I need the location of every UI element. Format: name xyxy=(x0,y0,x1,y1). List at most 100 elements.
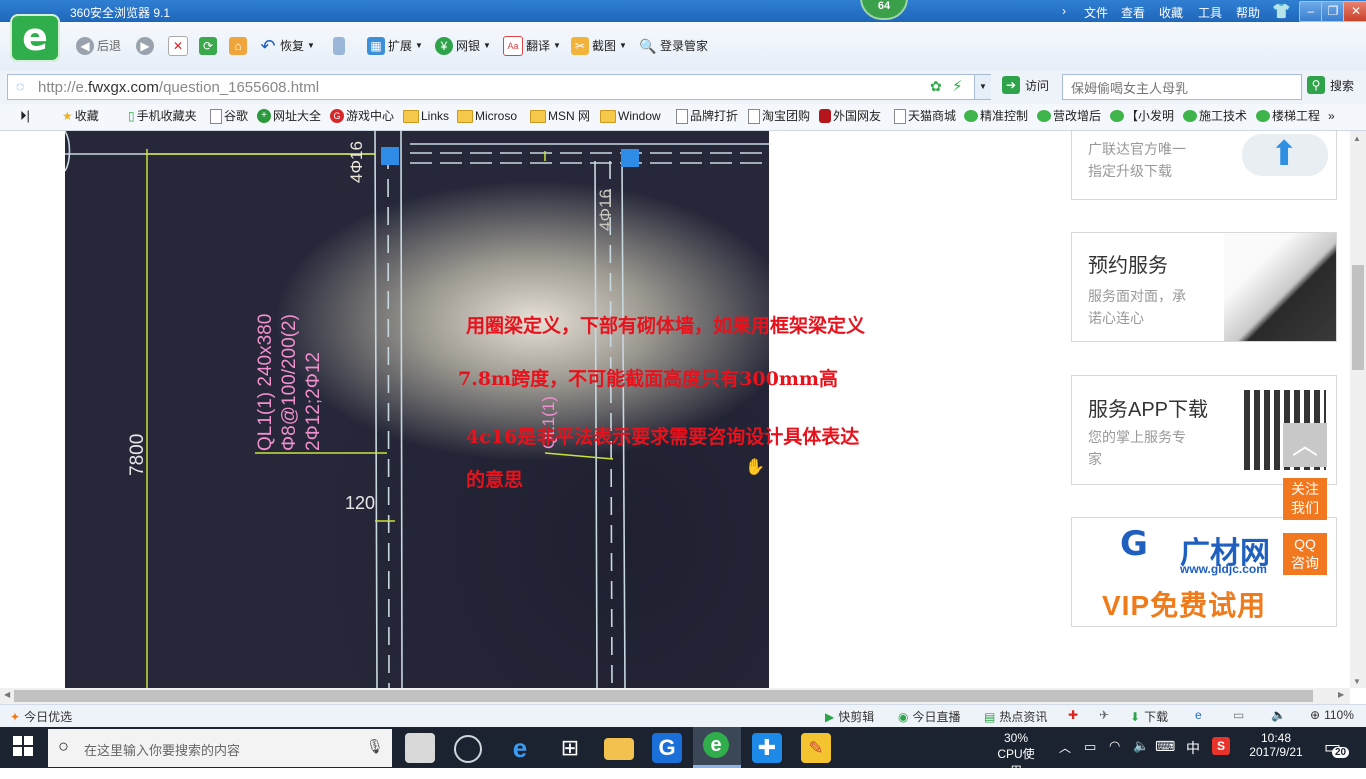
url-dropdown-icon[interactable]: ▼ xyxy=(974,75,991,99)
keyboard-icon[interactable]: ⌨ xyxy=(1155,738,1175,755)
zoom-level[interactable]: ⊕ 110% xyxy=(1310,708,1354,722)
scroll-up-icon[interactable]: ▲ xyxy=(1353,134,1361,143)
bookmark-tmall[interactable]: 天猫商城 xyxy=(894,107,956,125)
page-icon xyxy=(210,108,222,124)
battery-icon[interactable]: ▭ xyxy=(1084,739,1096,755)
active-browser-task[interactable]: e xyxy=(693,727,741,768)
shirt-icon[interactable]: 👕 xyxy=(1272,2,1291,20)
notes-app-icon[interactable]: ✎ xyxy=(801,733,831,763)
search-box[interactable] xyxy=(1062,74,1302,100)
security-icon[interactable]: ✿ xyxy=(930,78,942,95)
bookmark-sites[interactable]: + 网址大全 xyxy=(257,107,321,125)
home-button[interactable]: ⌂ xyxy=(229,34,247,58)
speaker-icon[interactable]: 🔈 xyxy=(1271,708,1286,722)
bank-button[interactable]: ¥ 网银 ▼ xyxy=(435,34,491,58)
menu-file[interactable]: 文件 xyxy=(1084,4,1108,21)
lightning-icon[interactable]: ⚡ xyxy=(952,77,963,95)
scroll-down-icon[interactable]: ▼ xyxy=(1353,677,1361,686)
scroll-left-icon[interactable]: ◀ xyxy=(4,690,10,699)
rebar-label-left: 4Φ16 xyxy=(347,141,366,183)
glodon-app-icon[interactable]: G xyxy=(652,733,682,763)
bookmark-invention[interactable]: 【小发明 xyxy=(1110,107,1174,125)
bookmark-favorites[interactable]: ★ 收藏 xyxy=(62,107,99,125)
screenshot-button[interactable]: ✂ 截图 ▼ xyxy=(571,34,627,58)
maximize-button[interactable]: ❐ xyxy=(1321,1,1345,22)
back-to-top-button[interactable]: ︿ xyxy=(1283,423,1327,467)
microphone-icon: 🎙 xyxy=(366,738,384,754)
medical-icon[interactable]: ✚ xyxy=(1068,708,1078,722)
windows-start-icon[interactable] xyxy=(13,736,33,756)
ime-indicator[interactable]: 中 xyxy=(1186,738,1200,758)
bookmark-foreign[interactable]: 外国网友 xyxy=(819,107,881,125)
qq-line-1: QQ xyxy=(1294,536,1316,552)
wifi-icon[interactable]: ◠ xyxy=(1109,738,1120,754)
bookmark-discount[interactable]: 品牌打折 xyxy=(676,107,738,125)
qq-consult-button[interactable]: QQ 咨询 xyxy=(1283,533,1327,575)
upgrade-card[interactable]: 广联达官方唯一 指定升级下载 ⬆ xyxy=(1071,131,1337,200)
close-button[interactable]: ✕ xyxy=(1343,1,1366,22)
ie-icon[interactable]: e xyxy=(1195,708,1202,722)
vertical-scroll-thumb[interactable] xyxy=(1352,265,1364,370)
minimize-button[interactable]: – xyxy=(1299,1,1323,22)
window-icon[interactable]: ▭ xyxy=(1233,708,1244,722)
pin-icon[interactable]: ✈ xyxy=(1099,708,1109,722)
chevron-up-icon[interactable]: ︿ xyxy=(1059,739,1071,756)
restore-button[interactable]: ↶ 恢复 ▼ xyxy=(259,34,314,58)
plus-app-icon[interactable]: ✚ xyxy=(752,733,782,763)
quick-edit[interactable]: ▶ 快剪辑 xyxy=(825,708,874,725)
bookmark-microsoft[interactable]: Microso xyxy=(457,107,517,125)
menu-favorites[interactable]: 收藏 xyxy=(1159,4,1183,21)
volume-icon[interactable]: 🔈 xyxy=(1133,738,1149,754)
refresh-button[interactable]: ⟳ xyxy=(199,34,217,58)
downloads[interactable]: ⬇ 下载 xyxy=(1130,708,1168,725)
bookmark-games[interactable]: G 游戏中心 xyxy=(330,107,394,125)
bookmark-msn[interactable]: MSN 网 xyxy=(530,107,590,125)
menu-tools[interactable]: 工具 xyxy=(1198,4,1222,21)
forward-button[interactable]: ▶ xyxy=(136,34,154,58)
back-button[interactable]: ◀ 后退 xyxy=(76,34,121,58)
clock[interactable]: 10:48 2017/9/21 xyxy=(1243,731,1309,759)
bookmark-google[interactable]: 谷歌 xyxy=(210,107,248,125)
more-chevron-icon[interactable]: » xyxy=(1328,107,1335,125)
browser-logo-icon[interactable]: e xyxy=(10,14,60,62)
url-text[interactable]: http://e.fwxgx.com/question_1655608.html xyxy=(38,79,319,96)
today-picks[interactable]: ✦ 今日优选 xyxy=(10,708,72,725)
task-view-icon[interactable] xyxy=(405,733,435,763)
app-title: 服务APP下载 xyxy=(1088,399,1209,421)
search-button[interactable]: ⚲ 搜索 xyxy=(1307,76,1354,94)
sogou-icon[interactable]: S xyxy=(1212,737,1230,755)
back-label: 后退 xyxy=(97,39,122,53)
store-icon[interactable]: ⊞ xyxy=(555,733,585,763)
bookmark-taobao[interactable]: 淘宝团购 xyxy=(748,107,810,125)
menu-view[interactable]: 查看 xyxy=(1121,4,1145,21)
bookmark-mobile[interactable]: ▯ 手机收藏夹 xyxy=(128,107,197,125)
phone-button[interactable] xyxy=(333,34,345,58)
search-input[interactable] xyxy=(1069,77,1293,99)
bookmark-links[interactable]: Links xyxy=(403,107,449,125)
scroll-right-icon[interactable]: ▶ xyxy=(1338,690,1344,699)
bookmark-stairs[interactable]: 楼梯工程 xyxy=(1256,107,1320,125)
taskbar-search[interactable]: ○ 在这里输入你要搜索的内容 🎙 xyxy=(48,729,392,767)
sidebar-toggle-icon[interactable]: ⏵| xyxy=(20,107,30,125)
bookmark-windows[interactable]: Window xyxy=(600,107,661,125)
hot-news[interactable]: ▤ 热点资讯 xyxy=(984,708,1047,725)
live-today[interactable]: ◉ 今日直播 xyxy=(898,708,961,725)
menu-help[interactable]: 帮助 xyxy=(1236,4,1260,21)
horizontal-scroll-thumb[interactable] xyxy=(14,690,1313,702)
translate-button[interactable]: Aa 翻译 ▼ xyxy=(503,34,561,58)
edge-icon[interactable]: e xyxy=(505,733,535,763)
cpu-usage[interactable]: 30% CPU使用 xyxy=(992,731,1040,779)
login-manager-button[interactable]: 🔍 登录管家 xyxy=(639,34,708,58)
go-button[interactable]: ➔ 访问 xyxy=(1002,76,1049,94)
bookmark-tax[interactable]: 营改增后 xyxy=(1037,107,1101,125)
address-bar[interactable]: ◌ http://e.fwxgx.com/question_1655608.ht… xyxy=(7,74,991,100)
bookmark-control[interactable]: 精准控制 xyxy=(964,107,1028,125)
vertical-scrollbar[interactable] xyxy=(1350,131,1366,688)
file-explorer-icon[interactable] xyxy=(604,738,634,760)
follow-us-button[interactable]: 关注 我们 xyxy=(1283,478,1327,520)
stop-button[interactable]: ✕ xyxy=(168,34,188,58)
service-card[interactable]: 预约服务 服务面对面，承 诺心连心 xyxy=(1071,232,1337,342)
spiral-app-icon[interactable] xyxy=(454,735,482,763)
bookmark-construction[interactable]: 施工技术 xyxy=(1183,107,1247,125)
extend-button[interactable]: ▦ 扩展 ▼ xyxy=(367,34,423,58)
